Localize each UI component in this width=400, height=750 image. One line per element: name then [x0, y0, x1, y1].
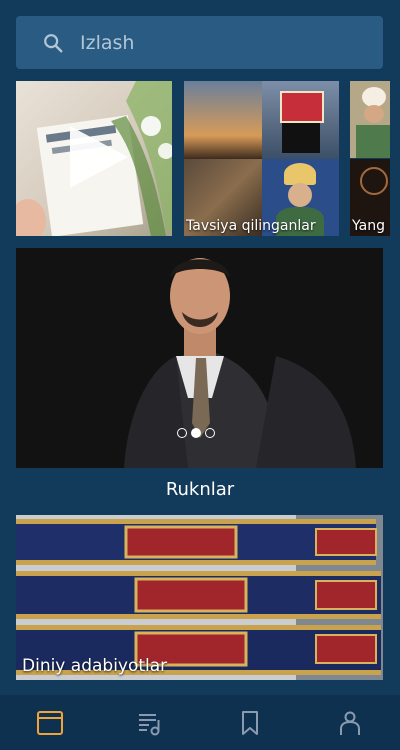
nav-home[interactable] [30, 703, 70, 743]
nav-music[interactable] [130, 703, 170, 743]
video-tile[interactable] [16, 81, 172, 236]
search-placeholder: Izlash [80, 31, 135, 54]
music-list-icon [139, 713, 160, 735]
category-tile[interactable]: Diniy adabiyotlar [16, 515, 383, 680]
kaaba-image [261, 81, 339, 159]
recommended-tile[interactable]: Tavsiya qilinganlar [184, 81, 339, 236]
tile-caption: Tavsiya qilinganlar [186, 218, 316, 234]
nav-profile[interactable] [330, 703, 370, 743]
category-caption: Diniy adabiyotlar [22, 656, 168, 676]
search-icon [44, 33, 63, 52]
bottom-nav [0, 695, 400, 750]
person-icon [340, 711, 360, 735]
bookmark-icon [242, 710, 258, 735]
browser-window-icon [37, 710, 63, 735]
carousel-dot[interactable] [177, 428, 187, 438]
carousel-dot-active[interactable] [191, 428, 201, 438]
nav-bookmarks[interactable] [230, 703, 270, 743]
featured-banner[interactable] [16, 248, 383, 468]
carousel-dots[interactable] [177, 428, 215, 438]
miniature-image [350, 81, 390, 158]
play-icon[interactable] [70, 126, 128, 188]
desert-city-image [184, 81, 262, 159]
partial-tile[interactable]: Yang [350, 81, 390, 236]
tile-caption: Yang [352, 218, 385, 234]
search-bar[interactable]: Izlash [16, 16, 383, 69]
carousel-dot[interactable] [205, 428, 215, 438]
section-title: Ruknlar [165, 479, 235, 500]
